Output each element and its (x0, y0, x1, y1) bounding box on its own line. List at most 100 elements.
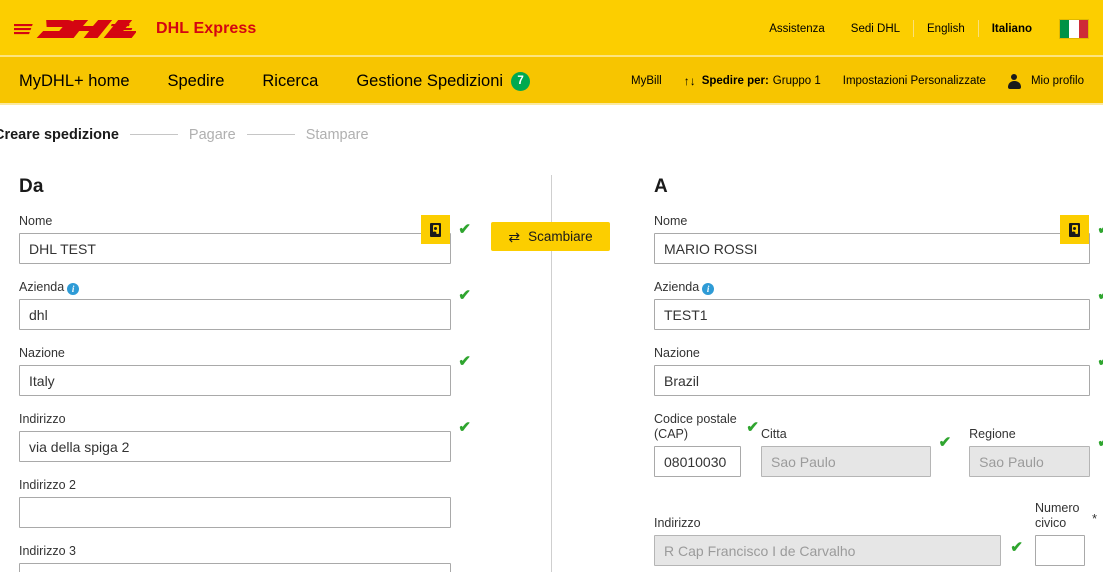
dhl-logo-link[interactable]: DHL Express (14, 15, 256, 43)
to-city-valid-icon: ✔ (938, 434, 952, 451)
to-region-label: Regione (969, 427, 1016, 441)
from-panel-title: Da (19, 176, 44, 197)
step-creare-spedizione[interactable]: Creare spedizione (0, 127, 119, 143)
from-name-field: Nome ✔ (19, 214, 471, 264)
from-country-valid-icon: ✔ (458, 353, 471, 370)
to-postal-field: Codice postale (CAP) ✔ (654, 412, 759, 477)
italy-flag-icon[interactable] (1059, 18, 1089, 39)
swap-addresses-button[interactable]: ⇄ Scambiare (491, 222, 610, 251)
to-company-input[interactable] (654, 299, 1090, 330)
link-assistenza[interactable]: Assistenza (756, 23, 838, 35)
to-name-valid-icon: ✔ (1097, 222, 1103, 237)
to-civic-input[interactable] (1035, 535, 1085, 566)
swap-label: Scambiare (528, 229, 593, 244)
step-connector (129, 134, 178, 135)
to-company-field: Aziendai ✔ (654, 280, 1103, 330)
nav-item-mydhl-home[interactable]: MyDHL+ home (0, 72, 149, 91)
profile-label: Mio profilo (1030, 75, 1084, 87)
from-address3-input[interactable] (19, 563, 451, 572)
from-address-valid-icon: ✔ (458, 419, 471, 436)
from-company-label: Azienda i (19, 280, 451, 295)
shipment-count-badge: 7 (511, 71, 531, 91)
to-country-label: Nazione (654, 346, 700, 360)
to-address-field: Indirizzo ✔ (654, 516, 1023, 566)
required-asterisk: * (1091, 511, 1097, 526)
nav-item-spedire[interactable]: Spedire (149, 72, 244, 91)
nav-item-ship-for[interactable]: ↑↓ Spedire per: Gruppo 1 (673, 75, 832, 87)
from-address2-input[interactable] (19, 497, 451, 528)
to-region-field: Regione ✔ (969, 427, 1103, 477)
nav-secondary-items: MyBill ↑↓ Spedire per: Gruppo 1 Impostaz… (620, 73, 1095, 89)
info-icon[interactable]: i (67, 283, 80, 295)
link-lang-italiano[interactable]: Italiano (979, 23, 1045, 35)
swap-arrows-icon: ⇄ (508, 228, 521, 245)
nav-label: Gestione Spedizioni (356, 71, 504, 90)
nav-item-impostazioni[interactable]: Impostazioni Personalizzate (832, 75, 997, 87)
to-postal-label: Codice postale (CAP) (654, 412, 737, 441)
from-address3-field: Indirizzo 3 (19, 544, 451, 572)
ship-for-value: Gruppo 1 (772, 75, 821, 87)
step-connector (246, 134, 295, 135)
from-address2-field: Indirizzo 2 (19, 478, 451, 528)
user-icon (1007, 73, 1021, 89)
to-civic-label: Numero civico (1035, 501, 1080, 530)
nav-label: Ricerca (262, 71, 319, 90)
to-country-valid-icon: ✔ (1097, 354, 1103, 369)
from-name-valid-icon: ✔ (458, 221, 471, 238)
link-lang-english[interactable]: English (914, 23, 978, 35)
to-name-input[interactable] (654, 233, 1090, 264)
dhl-logo-icon (14, 19, 136, 38)
address-book-icon (430, 222, 441, 237)
to-postal-valid-icon: ✔ (746, 419, 759, 436)
from-address-field: Indirizzo ✔ (19, 412, 471, 462)
from-country-label: Nazione (19, 346, 65, 360)
from-address2-label: Indirizzo 2 (19, 478, 76, 492)
link-sedi-dhl[interactable]: Sedi DHL (838, 23, 913, 35)
from-company-input[interactable] (19, 299, 451, 330)
to-region-input[interactable] (969, 446, 1090, 477)
to-address-label: Indirizzo (654, 516, 701, 530)
nav-label: MyDHL+ home (19, 71, 130, 90)
to-name-field: Nome ✔ (654, 214, 1103, 264)
to-company-valid-icon: ✔ (1097, 288, 1103, 303)
to-civic-number-field: Numero civico * (1035, 501, 1097, 566)
from-address-label: Indirizzo (19, 412, 66, 426)
steps-bar: Creare spedizione Pagare Stampare ✕ Canc… (0, 105, 1103, 263)
nav-item-gestione-spedizioni[interactable]: Gestione Spedizioni 7 (337, 71, 549, 91)
step-breadcrumb: Creare spedizione Pagare Stampare (0, 127, 369, 143)
main-navigation: MyDHL+ home Spedire Ricerca Gestione Spe… (0, 57, 1103, 105)
to-postal-input[interactable] (654, 446, 741, 477)
from-name-input[interactable] (19, 233, 451, 264)
from-address-input[interactable] (19, 431, 451, 462)
from-address-book-button[interactable] (421, 215, 450, 244)
to-address-valid-icon: ✔ (1010, 539, 1023, 556)
header-utility-links: Assistenza Sedi DHL English Italiano (756, 18, 1089, 39)
from-company-label-text: Azienda (19, 280, 65, 294)
to-address-input[interactable] (654, 535, 1001, 566)
info-icon[interactable]: i (702, 283, 715, 295)
address-book-icon (1069, 222, 1080, 237)
to-region-valid-icon: ✔ (1097, 435, 1103, 450)
from-country-input[interactable] (19, 365, 451, 396)
to-panel-title: A (654, 176, 668, 197)
to-city-field: Citta ✔ (761, 427, 951, 477)
to-name-label: Nome (654, 214, 688, 228)
to-company-label: Azienda i (654, 280, 1090, 295)
nav-item-mio-profilo[interactable]: Mio profilo (997, 73, 1095, 89)
from-panel: Da Nome ✔ Aziendai ✔ Nazione ✔ Indirizzo… (19, 164, 471, 572)
brand-title: DHL Express (156, 19, 257, 37)
from-name-label: Nome (19, 214, 53, 228)
to-company-label-text: Azienda (654, 280, 700, 294)
to-address-book-button[interactable] (1060, 215, 1089, 244)
nav-item-mybill[interactable]: MyBill (620, 75, 673, 87)
to-city-input[interactable] (761, 446, 932, 477)
step-pagare: Pagare (188, 126, 236, 143)
top-header: DHL Express Assistenza Sedi DHL English … (0, 0, 1103, 57)
sort-arrows-icon: ↑↓ (683, 74, 696, 88)
to-location-row: Codice postale (CAP) ✔ Citta ✔ Regione ✔ (654, 412, 1103, 477)
to-street-row: Indirizzo ✔ Numero civico * (654, 501, 1097, 566)
to-country-input[interactable] (654, 365, 1090, 396)
nav-item-ricerca[interactable]: Ricerca (243, 72, 337, 91)
to-panel: A Nome ✔ Aziendai ✔ Nazione ✔ Codice pos… (654, 164, 1103, 566)
to-country-field: Nazione ✔ (654, 346, 1103, 396)
